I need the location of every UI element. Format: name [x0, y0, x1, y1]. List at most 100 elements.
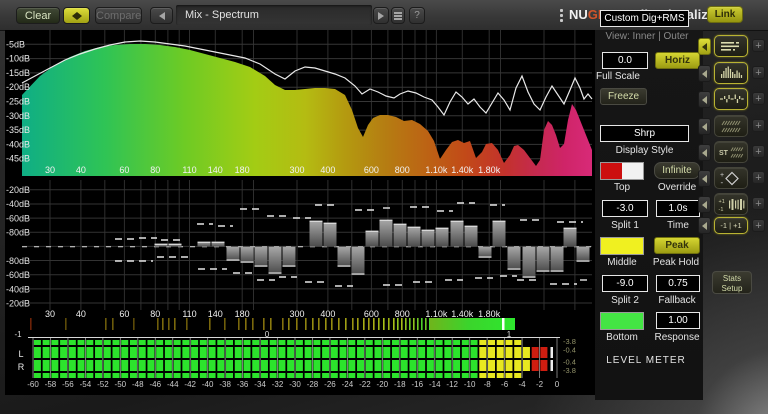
- compare-button[interactable]: Compare: [95, 7, 142, 24]
- spectrum-lines-view-button[interactable]: [714, 35, 748, 57]
- balance-bar: [309, 220, 323, 247]
- correlation-spectrum-view-button[interactable]: +1 -1: [714, 193, 748, 215]
- mode-prev-arrow-spectrum[interactable]: [698, 38, 711, 55]
- horiz-button[interactable]: Horiz: [655, 52, 700, 69]
- svg-text:-30dB: -30dB: [6, 111, 30, 121]
- vectorscope-view-button[interactable]: + -: [714, 167, 748, 189]
- override-infinite-button[interactable]: Infinite: [654, 162, 700, 179]
- svg-text:-20: -20: [377, 380, 389, 389]
- list-icon: [394, 15, 402, 18]
- balance-bar: [407, 226, 421, 247]
- svg-text:-52: -52: [97, 380, 109, 389]
- spectrogram-view-button[interactable]: [714, 115, 748, 137]
- spectrum-bars-view-button[interactable]: [714, 62, 748, 84]
- svg-text:ST: ST: [719, 150, 729, 157]
- link-button[interactable]: Link: [707, 6, 743, 23]
- svg-text:-32: -32: [272, 380, 284, 389]
- freeze-button[interactable]: Freeze: [600, 88, 647, 105]
- preset-selector[interactable]: Mix - Spectrum: [176, 5, 372, 25]
- mode-add-button[interactable]: +: [752, 119, 765, 132]
- mode-add-button[interactable]: +: [752, 145, 765, 158]
- mode-add-button[interactable]: +: [752, 219, 765, 232]
- preset-next-button[interactable]: [373, 7, 389, 24]
- level-meter: -60 -58 -56 -54 -52 -50 -48 -46 -44 -42 -40 -38 -36-…: [18, 337, 576, 389]
- preset-list-button[interactable]: [391, 7, 405, 24]
- swap-ab-button[interactable]: [63, 7, 90, 24]
- mode-add-button[interactable]: +: [752, 92, 765, 105]
- mode-prev-arrow-stereo-spectrogram[interactable]: [698, 144, 711, 161]
- svg-text:300: 300: [289, 165, 304, 175]
- svg-text:-10dB: -10dB: [6, 54, 30, 64]
- svg-text:1.80k: 1.80k: [478, 309, 501, 319]
- display-style-field[interactable]: Shrp: [600, 125, 689, 142]
- middle-label: Middle: [607, 257, 637, 268]
- svg-text:-38: -38: [219, 380, 231, 389]
- svg-text:-50: -50: [115, 380, 127, 389]
- fallback-field[interactable]: 0.75: [656, 275, 700, 292]
- balance-bar: [550, 246, 564, 272]
- top-label: Top: [613, 182, 631, 193]
- svg-text:-20dB: -20dB: [6, 299, 30, 309]
- response-field[interactable]: 1.00: [656, 312, 700, 329]
- mode-prev-arrow-spectrogram[interactable]: [698, 118, 711, 135]
- correlation-meter-view-button[interactable]: -1 | +1: [714, 217, 748, 234]
- mode-add-button[interactable]: +: [752, 171, 765, 184]
- mode-prev-arrow-correlation-spectrum[interactable]: [698, 196, 711, 213]
- balance-bar: [323, 222, 337, 247]
- peak-button[interactable]: Peak: [654, 237, 700, 254]
- mode-add-button[interactable]: +: [752, 39, 765, 52]
- mode-add-button[interactable]: +: [752, 197, 765, 210]
- clear-button[interactable]: Clear: [16, 7, 60, 24]
- svg-text:-54: -54: [80, 380, 92, 389]
- split1-field[interactable]: -3.0: [602, 200, 648, 217]
- fallback-label: Fallback: [658, 295, 696, 306]
- svg-text:-3.8: -3.8: [563, 366, 576, 375]
- mode-prev-arrow-vectorscope[interactable]: [698, 170, 711, 187]
- left-arrow-icon: [702, 95, 707, 104]
- top-color-swatch[interactable]: [600, 162, 644, 180]
- stats-setup-button[interactable]: Stats Setup: [712, 271, 752, 294]
- svg-text:-2: -2: [536, 380, 544, 389]
- swap-right-arrow-icon: [76, 11, 82, 20]
- svg-text:-1: -1: [719, 207, 724, 213]
- svg-text:-35dB: -35dB: [6, 125, 30, 135]
- full-scale-field[interactable]: 0.0: [602, 52, 648, 69]
- svg-text:60: 60: [119, 309, 129, 319]
- balance-bar: [365, 230, 379, 247]
- svg-text:L: L: [18, 349, 23, 359]
- stereo-spectrogram-view-button[interactable]: ST: [714, 141, 748, 163]
- custom-preset-field[interactable]: Custom Dig+RMS: [600, 10, 689, 27]
- help-button[interactable]: ?: [409, 7, 425, 24]
- left-arrow-icon: [702, 148, 707, 157]
- correlation-spectrum-icon: +1 -1: [719, 199, 745, 213]
- svg-text:-60dB: -60dB: [6, 270, 30, 280]
- svg-text:-20dB: -20dB: [6, 185, 30, 195]
- balance-bar: [450, 220, 464, 247]
- svg-text:0: 0: [555, 380, 560, 389]
- difference-view-button[interactable]: [714, 88, 748, 110]
- mode-add-button[interactable]: +: [752, 66, 765, 79]
- svg-text:R: R: [18, 362, 25, 372]
- time-field[interactable]: 1.0s: [656, 200, 700, 217]
- mode-prev-arrow-waveform[interactable]: [698, 91, 711, 108]
- peak-hold-label: Peak Hold: [652, 257, 700, 268]
- level-meter-label: LEVEL METER: [606, 355, 686, 366]
- split2-label: Split 2: [611, 295, 639, 306]
- left-arrow-icon: [702, 122, 707, 131]
- svg-text:1.80k: 1.80k: [478, 165, 501, 175]
- svg-text:140: 140: [208, 309, 223, 319]
- preset-prev-button[interactable]: [150, 7, 173, 24]
- svg-text:-36: -36: [237, 380, 249, 389]
- svg-text:-80dB: -80dB: [6, 228, 30, 238]
- svg-text:-28: -28: [307, 380, 319, 389]
- balance-bar: [464, 225, 478, 247]
- middle-color-swatch[interactable]: [600, 237, 644, 255]
- balance-bar: [536, 246, 550, 272]
- mode-prev-arrow-correlation-meter[interactable]: [698, 217, 711, 234]
- mode-prev-arrow-bars[interactable]: [698, 65, 711, 82]
- bottom-color-swatch[interactable]: [600, 312, 644, 330]
- svg-text:40: 40: [76, 165, 86, 175]
- svg-text:-60: -60: [27, 380, 39, 389]
- split2-field[interactable]: -9.0: [602, 275, 648, 292]
- visualizer-window: Clear Compare Mix - Spectrum ? NUGEN Aud…: [0, 0, 768, 414]
